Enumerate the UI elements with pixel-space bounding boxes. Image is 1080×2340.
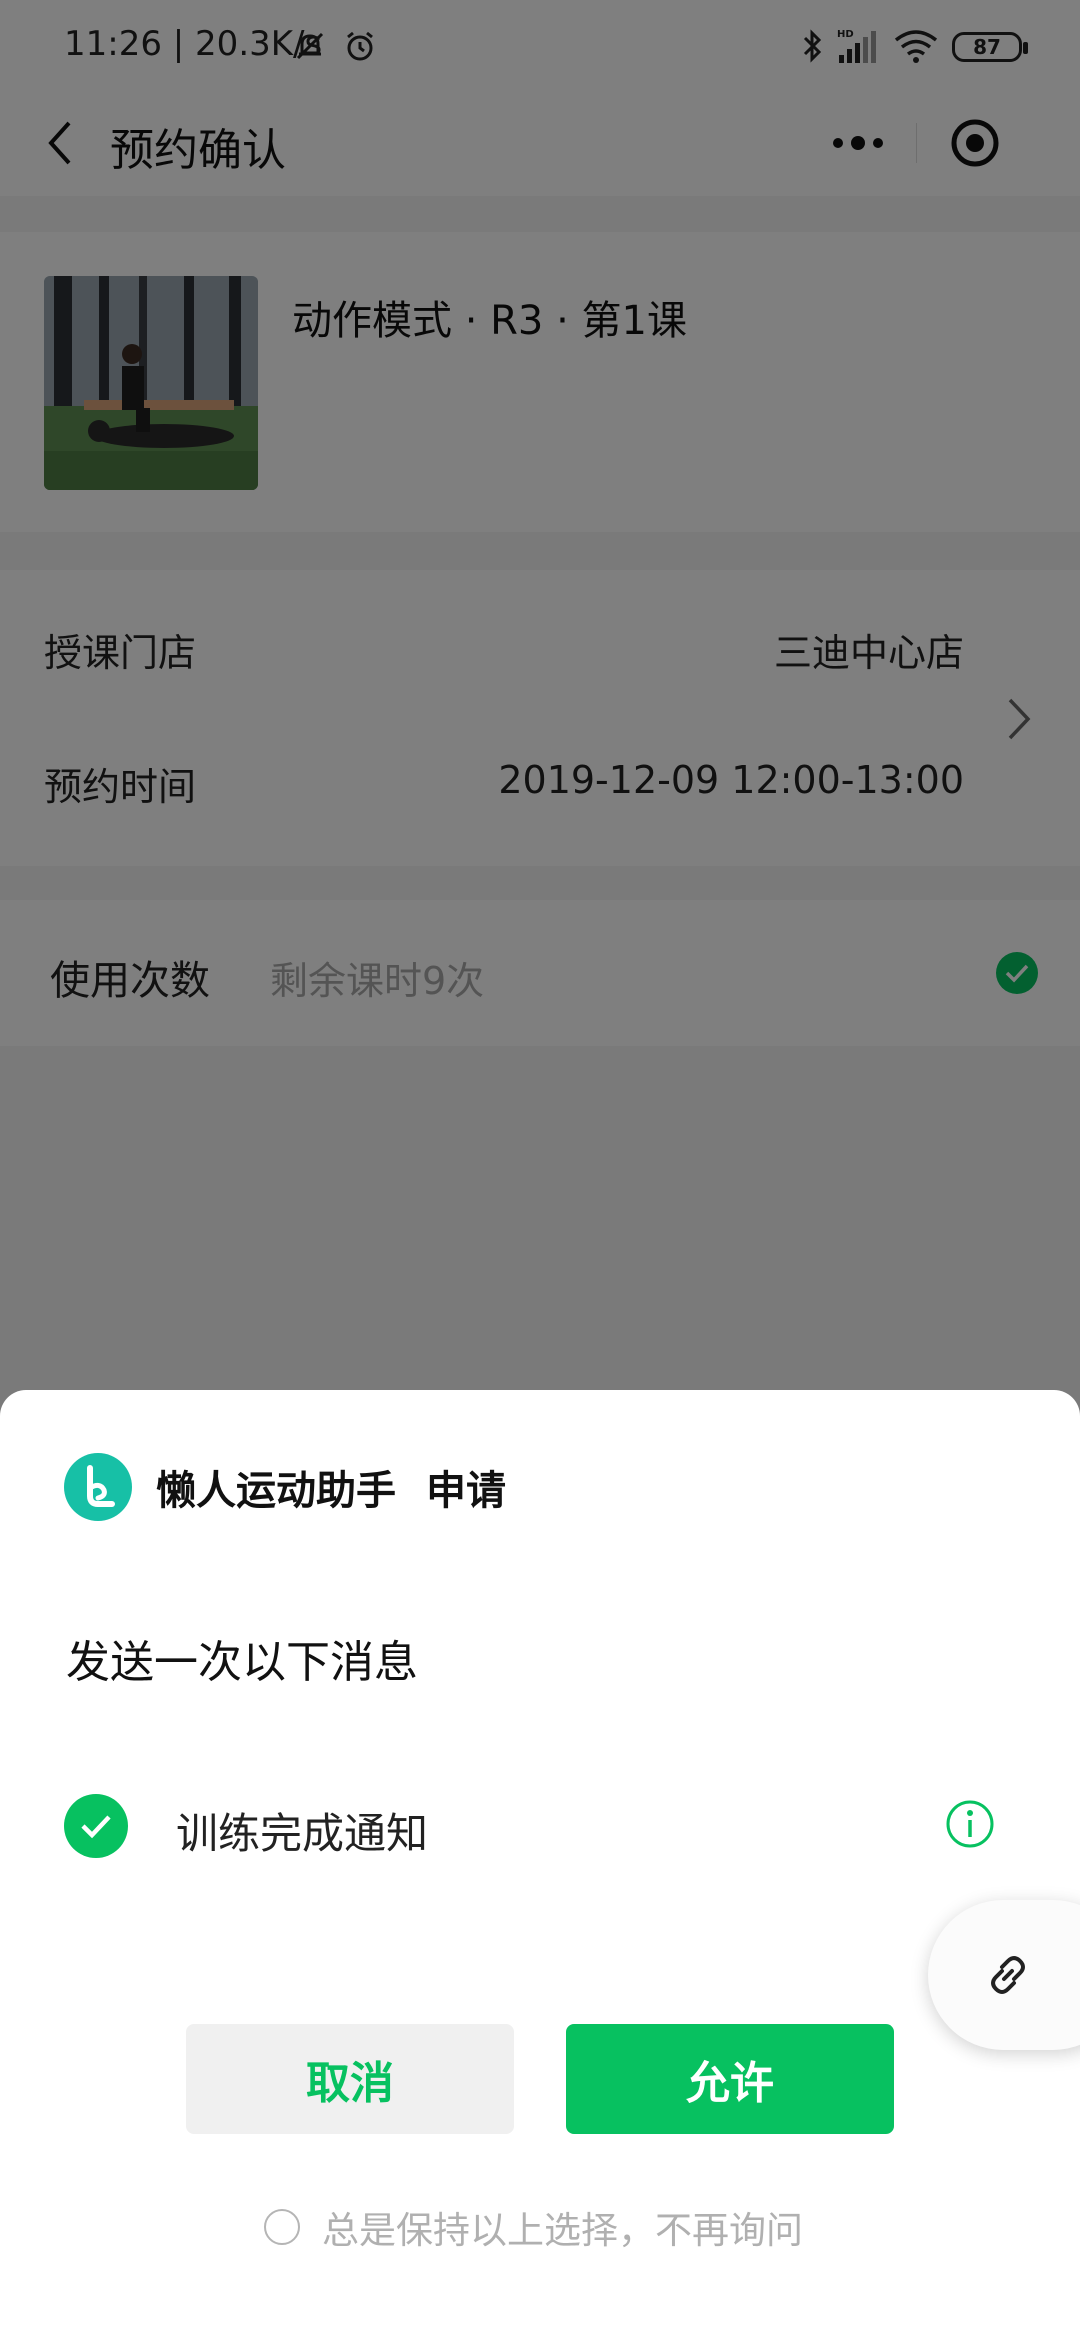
check-circle-icon[interactable] xyxy=(64,1794,128,1858)
allow-button[interactable]: 允许 xyxy=(566,2024,894,2134)
link-icon xyxy=(991,1956,1025,1994)
request-word: 申请 xyxy=(426,1468,506,1514)
always-keep-label: 总是保持以上选择，不再询问 xyxy=(322,2209,803,2252)
info-icon[interactable] xyxy=(944,1798,996,1850)
always-keep-option[interactable]: 总是保持以上选择，不再询问 xyxy=(264,2202,803,2252)
cancel-button[interactable]: 取消 xyxy=(186,2024,514,2134)
app-name: 懒人运动助手 xyxy=(156,1468,396,1514)
subscribe-message-sheet: 懒人运动助手 申请 发送一次以下消息 训练完成通知 xyxy=(0,1390,1080,2340)
permission-item[interactable]: 训练完成通知 xyxy=(64,1790,1016,1860)
sheet-subtitle: 发送一次以下消息 xyxy=(66,1637,418,1688)
app-logo-icon xyxy=(64,1453,132,1521)
floating-link-button[interactable] xyxy=(928,1900,1080,2050)
app-header: 懒人运动助手 申请 xyxy=(64,1452,506,1522)
permission-label: 训练完成通知 xyxy=(176,1809,429,1858)
radio-circle-icon[interactable] xyxy=(264,2209,300,2245)
